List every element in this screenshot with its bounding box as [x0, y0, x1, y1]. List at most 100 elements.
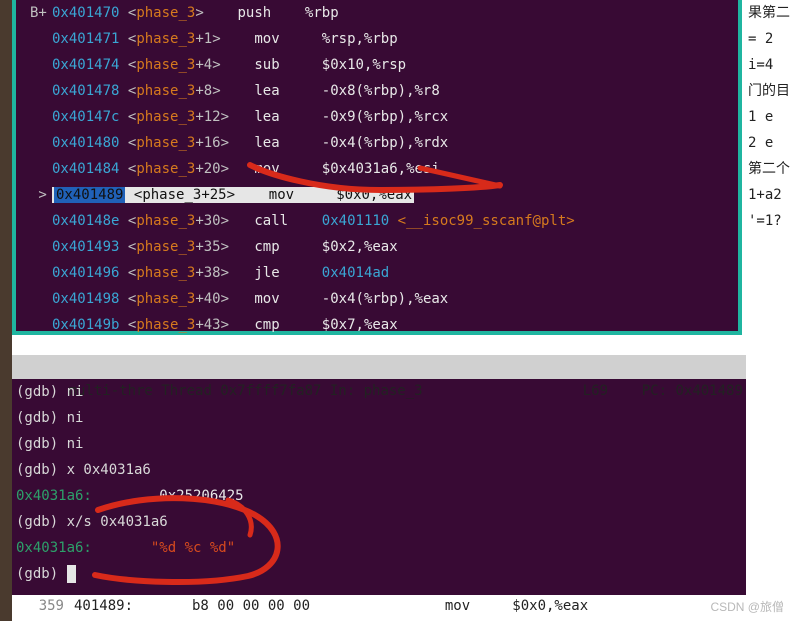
asm-function: phase_3 — [136, 83, 195, 99]
status-bar: multi-thre Thread 0x7ffff7fa87 In: phase… — [12, 355, 746, 379]
cropped-text-line: 第二个 — [746, 156, 792, 182]
asm-call-target: 0x401110 — [322, 213, 389, 229]
asm-operands: -0x8(%rbp),%r8 — [322, 83, 440, 99]
gdb-output-value: 0x25206425 — [92, 488, 244, 504]
line-number: 359 — [20, 595, 74, 617]
asm-address: 0x401474 — [52, 57, 119, 73]
disassembly-pane[interactable]: B+0x401470 <phase_3> push %rbp0x401471 <… — [12, 0, 742, 335]
asm-mnemonic: sub — [254, 57, 321, 73]
asm-address: 0x401478 — [52, 83, 119, 99]
asm-operands: -0x9(%rbp),%rcx — [322, 109, 448, 125]
gdb-line: (gdb) x/s 0x4031a6 — [12, 509, 746, 535]
asm-address: 0x401484 — [52, 161, 119, 177]
asm-mnemonic: cmp — [254, 239, 321, 255]
gdb-prompt: (gdb) x 0x4031a6 — [16, 462, 151, 478]
asm-function: phase_3 — [136, 57, 195, 73]
asm-line[interactable]: 0x401474 <phase_3+4> sub $0x10,%rsp — [16, 52, 738, 78]
asm-function: phase_3 — [136, 135, 195, 151]
gdb-prompt: (gdb) ni — [16, 410, 83, 426]
gdb-prompt: (gdb) x/s 0x4031a6 — [16, 514, 168, 530]
gutter-marker: B+ — [30, 0, 52, 26]
asm-function: phase_3 — [136, 265, 195, 281]
asm-address: 0x401496 — [52, 265, 119, 281]
asm-line[interactable]: B+0x401470 <phase_3> push %rbp — [16, 0, 738, 26]
asm-address: 0x401480 — [52, 135, 119, 151]
objdump-line: 359401489: b8 00 00 00 00 mov $0x0,%eax — [20, 595, 750, 617]
gdb-line: 0x4031a6: "%d %c %d" — [12, 535, 746, 561]
asm-function: phase_3 — [136, 239, 195, 255]
asm-operands: $0x10,%rsp — [322, 57, 406, 73]
gdb-output-address: 0x4031a6: — [16, 488, 92, 504]
asm-line[interactable]: 0x401498 <phase_3+40> mov -0x4(%rbp),%ea… — [16, 286, 738, 312]
asm-mnemonic: jle — [254, 265, 321, 281]
watermark: CSDN @旅僧 — [710, 598, 784, 615]
asm-line[interactable]: 0x40147c <phase_3+12> lea -0x9(%rbp),%rc… — [16, 104, 738, 130]
asm-address: 0x40147c — [52, 109, 119, 125]
cropped-text-line: 门的目 — [746, 78, 792, 104]
cropped-right-content: 果第二= 2i=4门的目1 e2 e第二个1+a2'=1? — [746, 0, 792, 595]
asm-operands: $0x7,%eax — [322, 317, 398, 333]
gdb-output-value: "%d %c %d" — [92, 540, 235, 556]
asm-operands: %rbp — [305, 5, 339, 21]
asm-operands: -0x4(%rbp),%rdx — [322, 135, 448, 151]
asm-mnemonic: mov — [269, 187, 336, 203]
asm-address: 0x401470 — [52, 5, 119, 21]
asm-function: phase_3 — [136, 291, 195, 307]
gdb-input[interactable]: (gdb) — [12, 561, 746, 587]
asm-function: phase_3 — [136, 5, 195, 21]
asm-operands: $0x0,%eax — [336, 187, 412, 203]
asm-operands: -0x4(%rbp),%eax — [322, 291, 448, 307]
asm-mnemonic: lea — [254, 83, 321, 99]
gdb-line: (gdb) x 0x4031a6 — [12, 457, 746, 483]
asm-operands: $0x2,%eax — [322, 239, 398, 255]
cropped-text-line: 2 e — [746, 130, 792, 156]
cropped-text-line: 果第二 — [746, 0, 792, 26]
gdb-prompt: (gdb) ni — [16, 384, 83, 400]
asm-mnemonic: lea — [254, 109, 321, 125]
gdb-output-address: 0x4031a6: — [16, 540, 92, 556]
asm-address: 0x401493 — [52, 239, 119, 255]
asm-line[interactable]: 0x401480 <phase_3+16> lea -0x4(%rbp),%rd… — [16, 130, 738, 156]
gutter-marker: > — [30, 182, 52, 208]
asm-line[interactable]: >0x401489 <phase_3+25> mov $0x0,%eax — [16, 182, 738, 208]
cropped-text-line: 1 e — [746, 104, 792, 130]
cropped-text-line: i=4 — [746, 52, 792, 78]
asm-address: 0x40149b — [52, 317, 119, 333]
cursor-icon — [67, 565, 76, 583]
gdb-line: 0x4031a6: 0x25206425 — [12, 483, 746, 509]
status-right: L69 PC: 0x401489 — [583, 383, 743, 399]
objdump-pane: 359401489: b8 00 00 00 00 mov $0x0,%eax — [20, 595, 750, 621]
asm-mnemonic: lea — [254, 135, 321, 151]
asm-address: 0x401498 — [52, 291, 119, 307]
asm-address: 0x40148e — [52, 213, 119, 229]
asm-line[interactable]: 0x401493 <phase_3+35> cmp $0x2,%eax — [16, 234, 738, 260]
asm-function: phase_3 — [142, 187, 201, 203]
cropped-text-line: 1+a2 — [746, 182, 792, 208]
asm-operands: %rsp,%rbp — [322, 31, 398, 47]
asm-call-target: 0x4014ad — [322, 265, 389, 281]
asm-line[interactable]: 0x40149b <phase_3+43> cmp $0x7,%eax — [16, 312, 738, 338]
cropped-text-line: '=1? — [746, 208, 792, 234]
asm-mnemonic: push — [237, 5, 304, 21]
asm-function: phase_3 — [136, 213, 195, 229]
asm-mnemonic: cmp — [254, 317, 321, 333]
desktop-dock — [0, 0, 12, 621]
gdb-console-pane[interactable]: multi-thre Thread 0x7ffff7fa87 In: phase… — [12, 355, 746, 595]
asm-function: phase_3 — [136, 31, 195, 47]
gdb-line: (gdb) ni — [12, 405, 746, 431]
asm-line[interactable]: 0x40148e <phase_3+30> call 0x401110 <__i… — [16, 208, 738, 234]
asm-line[interactable]: 0x401484 <phase_3+20> mov $0x4031a6,%esi — [16, 156, 738, 182]
asm-address: 0x401471 — [52, 31, 119, 47]
cropped-text-line: = 2 — [746, 26, 792, 52]
asm-line[interactable]: 0x401496 <phase_3+38> jle 0x4014ad — [16, 260, 738, 286]
asm-mnemonic: call — [254, 213, 321, 229]
status-left: multi-thre Thread 0x7ffff7fa87 In: phase… — [69, 383, 423, 399]
asm-mnemonic: mov — [254, 161, 321, 177]
gdb-line: (gdb) ni — [12, 431, 746, 457]
asm-mnemonic: mov — [254, 291, 321, 307]
asm-line[interactable]: 0x401471 <phase_3+1> mov %rsp,%rbp — [16, 26, 738, 52]
asm-line[interactable]: 0x401478 <phase_3+8> lea -0x8(%rbp),%r8 — [16, 78, 738, 104]
asm-operands: $0x4031a6,%esi — [322, 161, 440, 177]
asm-mnemonic: mov — [254, 31, 321, 47]
asm-function: phase_3 — [136, 109, 195, 125]
